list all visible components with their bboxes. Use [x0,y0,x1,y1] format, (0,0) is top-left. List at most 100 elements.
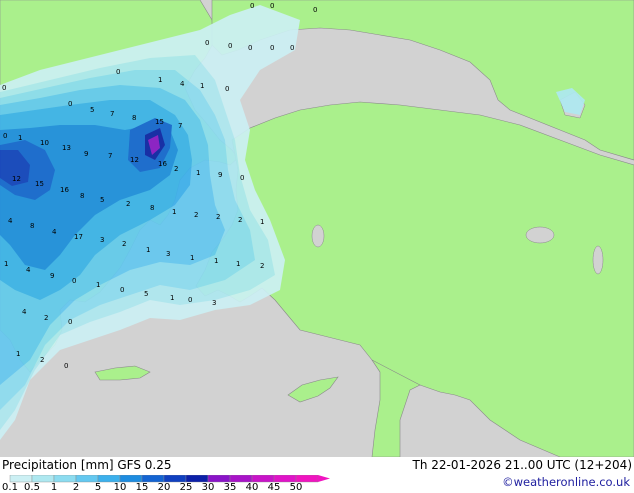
legend-tick-label: 25 [179,482,193,493]
legend-tick-label: 0.5 [24,482,40,493]
precip-value-label: 2 [126,200,130,208]
precip-value-label: 9 [218,171,222,179]
legend-swatch [31,475,55,483]
precip-value-label: 2 [238,216,242,224]
precip-value-label: 2 [40,356,44,364]
precip-value-label: 5 [90,106,94,114]
precip-value-label: 1 [170,294,174,302]
precip-value-label: 0 [72,277,76,285]
legend-swatch [251,475,275,483]
legend-swatch [273,475,297,483]
precip-value-label: 9 [84,150,88,158]
legend-swatch [53,475,77,483]
precip-value-label: 0 [116,68,120,76]
precip-value-label: 2 [194,211,198,219]
precip-value-label: 15 [35,180,44,188]
precip-value-label: 1 [200,82,204,90]
precipitation-map: 0 0 00 0 0 0 00001 4 105 7 8 15 7110139 7012 16122 1 9 01… [0,0,634,457]
precip-value-label: 0 [250,2,254,10]
precip-value-label: 0 [205,39,209,47]
precip-value-label: 8 [30,222,34,230]
precip-value-label: 0 [120,286,124,294]
precip-value-label: 8 [132,114,136,122]
precip-value-label: 4 [52,228,57,236]
precip-value-label: 0 [240,174,244,182]
precip-value-label: 0 [64,362,68,370]
legend-swatch [295,475,319,483]
map-footer: Precipitation [mm] GFS 0.25 Th 22-01-202… [0,457,634,493]
legend-swatch [97,475,121,483]
precip-value-label: 8 [150,204,154,212]
precip-value-label: 2 [216,213,220,221]
legend-swatch [141,475,165,483]
legend-swatch [119,475,143,483]
precip-value-label: 0 [3,132,7,140]
precip-value-label: 0 [225,85,229,93]
precip-value-label: 1 [236,260,240,268]
precip-value-label: 1 [16,350,20,358]
precip-value-label: 16 [60,186,69,194]
precip-value-label: 2 [122,240,126,248]
lake-tuz [311,224,325,248]
legend-swatch [229,475,253,483]
legend-tick-label: 10 [113,482,127,493]
legend-tick-label: 35 [223,482,237,493]
legend-tick-label: 45 [267,482,281,493]
precip-value-label: 13 [62,144,71,152]
precip-value-label: 5 [144,290,148,298]
precip-value-label: 0 [290,44,294,52]
legend-tick-label: 15 [135,482,149,493]
weather-map-view: 0 0 0 0 0 0 0 0 0 0 0 1 4 1 0 5 7 8 15 7 1 10 13 9 7 0 12 16 12 2 1 9 0 1… [0,0,634,493]
precip-value-label: 1 [18,134,22,142]
precip-value-label: 17 [74,233,83,241]
precip-value-label: 0 [270,44,274,52]
precip-value-label: 15 [155,118,164,126]
precip-value-label: 2 [260,262,264,270]
precip-value-label: 8 [80,192,84,200]
precip-value-label: 0 [68,318,72,326]
precip-value-label: 1 [96,281,100,289]
precip-value-label: 1 [260,218,264,226]
precip-value-label: 7 [178,122,182,130]
precip-value-label: 0 [188,296,192,304]
precip-value-label: 0 [68,100,72,108]
lake-van [525,226,555,244]
precip-value-label: 1 [4,260,8,268]
legend-tick-label: 50 [289,482,303,493]
precip-value-label: 10 [40,139,49,147]
legend-swatch [9,475,33,483]
precip-value-label: 5 [100,196,104,204]
precip-value-label: 4 [8,217,13,225]
precip-value-label: 0 [270,2,274,10]
precip-value-label: 7 [108,152,112,160]
precip-value-label: 0 [248,44,252,52]
precip-value-label: 0 [228,42,232,50]
precip-value-label: 1 [196,169,200,177]
precip-value-label: 3 [166,250,170,258]
credit-link[interactable]: ©weatheronline.co.uk [502,475,630,489]
precip-value-label: 3 [100,236,104,244]
lake-urmia [592,245,604,275]
legend-swatch [75,475,99,483]
precip-value-label: 7 [110,110,114,118]
legend-tick-label: 2 [72,482,80,493]
precip-value-label: 12 [130,156,139,164]
precip-value-label: 9 [50,272,54,280]
precip-value-label: 1 [190,254,194,262]
legend-tick-label: 20 [157,482,171,493]
precip-value-label: 4 [22,308,27,316]
precip-value-label: 1 [214,257,218,265]
precip-value-label: 4 [26,266,31,274]
precip-value-label: 1 [146,246,150,254]
run-info: Th 22-01-2026 21..00 UTC (12+204) [412,458,632,472]
legend-arrow [318,475,330,482]
precip-value-label: 12 [12,175,21,183]
legend-tick-label: 1 [50,482,58,493]
precip-value-label: 2 [44,314,48,322]
legend-swatch [207,475,231,483]
precip-value-label: 1 [172,208,176,216]
precip-value-label: 0 [313,6,317,14]
legend-swatch [185,475,209,483]
map-title: Precipitation [mm] GFS 0.25 [2,458,172,472]
legend-tick-label: 5 [94,482,102,493]
